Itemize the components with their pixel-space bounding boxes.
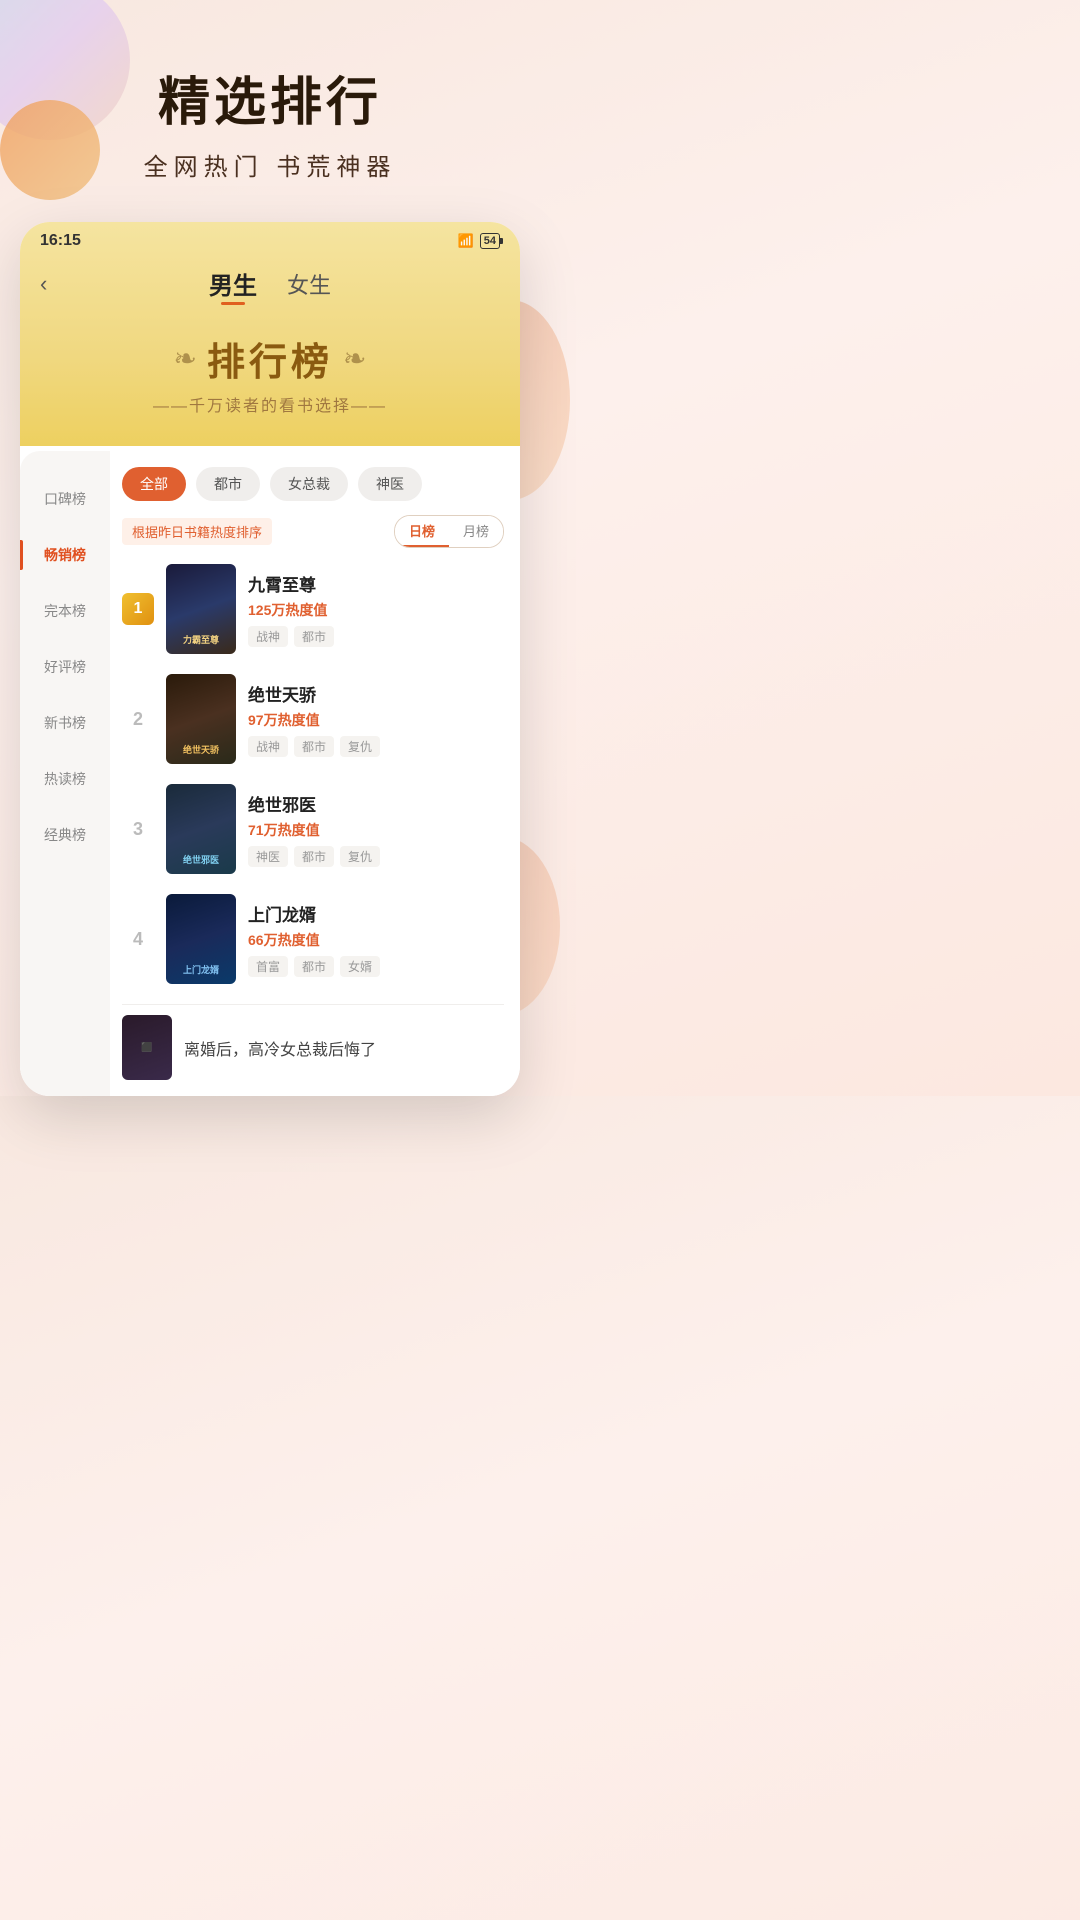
rank-number-4: 4 bbox=[133, 929, 143, 949]
filter-shenyi[interactable]: 神医 bbox=[358, 467, 422, 501]
book-tags-2: 战神 都市 复仇 bbox=[248, 736, 504, 757]
book-name-2: 绝世天骄 bbox=[248, 681, 504, 706]
book-tags-1: 战神 都市 bbox=[248, 626, 504, 647]
back-button[interactable]: ‹ bbox=[40, 271, 47, 297]
book-cover-4 bbox=[166, 894, 236, 984]
book-item-2[interactable]: 2 绝世天骄 97万热度值 战神 都市 复仇 bbox=[122, 674, 504, 764]
book-item-1[interactable]: 1 九霄至尊 125万热度值 战神 都市 bbox=[122, 564, 504, 654]
status-time: 16:15 bbox=[40, 232, 81, 250]
tab-male[interactable]: 男生 bbox=[209, 266, 257, 301]
book-cover-3 bbox=[166, 784, 236, 874]
sort-tabs: 日榜 月榜 bbox=[394, 515, 504, 548]
book-tag-2-1: 都市 bbox=[294, 736, 334, 757]
last-preview[interactable]: ⬛ 离婚后，高冷女总裁后悔了 bbox=[122, 1004, 504, 1080]
book-tag-3-1: 都市 bbox=[294, 846, 334, 867]
status-bar: 16:15 📶 54 bbox=[20, 222, 520, 256]
book-heat-2: 97万热度值 bbox=[248, 710, 504, 730]
book-item-4[interactable]: 4 上门龙婿 66万热度值 首富 都市 女婿 bbox=[122, 894, 504, 984]
last-preview-cover: ⬛ bbox=[122, 1015, 172, 1080]
book-info-2: 绝世天骄 97万热度值 战神 都市 复仇 bbox=[248, 681, 504, 757]
rank-badge-4: 4 bbox=[122, 929, 154, 950]
sort-tab-daily[interactable]: 日榜 bbox=[395, 516, 449, 547]
filter-dushi[interactable]: 都市 bbox=[196, 467, 260, 501]
sidebar-item-dianjingbang[interactable]: 经典榜 bbox=[20, 807, 110, 863]
nav-bar: ‹ 男生 女生 bbox=[20, 256, 520, 311]
book-tag-4-1: 都市 bbox=[294, 956, 334, 977]
status-icons: 📶 54 bbox=[458, 233, 500, 249]
book-info-1: 九霄至尊 125万热度值 战神 都市 bbox=[248, 571, 504, 647]
hero-title: 精选排行 bbox=[40, 60, 500, 135]
book-name-3: 绝世邪医 bbox=[248, 791, 504, 816]
book-name-1: 九霄至尊 bbox=[248, 571, 504, 596]
sidebar-item-changxiaobang[interactable]: 畅销榜 bbox=[20, 527, 110, 583]
battery-icon: 54 bbox=[480, 233, 500, 249]
book-tag-2-2: 复仇 bbox=[340, 736, 380, 757]
sidebar-item-xinshubang[interactable]: 新书榜 bbox=[20, 695, 110, 751]
phone-header: 16:15 📶 54 ‹ 男生 女生 ❧ 排行榜 ❧ ——千万读者的看书选择—— bbox=[20, 222, 520, 446]
sidebar-item-haopingbang[interactable]: 好评榜 bbox=[20, 639, 110, 695]
banner-main: ❧ 排行榜 ❧ bbox=[40, 331, 500, 386]
filter-row: 全部 都市 女总裁 神医 bbox=[122, 467, 504, 501]
book-heat-1: 125万热度值 bbox=[248, 600, 504, 620]
book-heat-4: 66万热度值 bbox=[248, 930, 504, 950]
book-tag-1-1: 都市 bbox=[294, 626, 334, 647]
hero-subtitle: 全网热门 书荒神器 bbox=[40, 147, 500, 182]
book-item-3[interactable]: 3 绝世邪医 71万热度值 神医 都市 复仇 bbox=[122, 784, 504, 874]
filter-nüzongjie[interactable]: 女总裁 bbox=[270, 467, 348, 501]
banner-desc: ——千万读者的看书选择—— bbox=[40, 392, 500, 416]
nav-tabs: 男生 女生 bbox=[209, 266, 331, 301]
rank-number-3: 3 bbox=[133, 819, 143, 839]
book-tag-2-0: 战神 bbox=[248, 736, 288, 757]
book-info-3: 绝世邪医 71万热度值 神医 都市 复仇 bbox=[248, 791, 504, 867]
leaf-left-icon: ❧ bbox=[174, 342, 197, 375]
last-preview-text: 离婚后，高冷女总裁后悔了 bbox=[184, 1036, 504, 1060]
book-cover-1 bbox=[166, 564, 236, 654]
rank-badge-3: 3 bbox=[122, 819, 154, 840]
sort-hint: 根据昨日书籍热度排序 bbox=[122, 518, 272, 545]
rank-number-1: 1 bbox=[122, 593, 154, 625]
wifi-icon: 📶 bbox=[458, 233, 474, 249]
book-info-4: 上门龙婿 66万热度值 首富 都市 女婿 bbox=[248, 901, 504, 977]
sort-tab-monthly[interactable]: 月榜 bbox=[449, 516, 503, 547]
book-tag-3-2: 复仇 bbox=[340, 846, 380, 867]
book-tags-4: 首富 都市 女婿 bbox=[248, 956, 504, 977]
leaf-right-icon: ❧ bbox=[343, 342, 366, 375]
banner-title: 排行榜 bbox=[207, 331, 333, 386]
book-tag-1-0: 战神 bbox=[248, 626, 288, 647]
sidebar-item-reudubang[interactable]: 热读榜 bbox=[20, 751, 110, 807]
main-content: 全部 都市 女总裁 神医 根据昨日书籍热度排序 日榜 月榜 1 bbox=[110, 451, 520, 1096]
sidebar: 口碑榜 畅销榜 完本榜 好评榜 新书榜 热读榜 经典榜 bbox=[20, 451, 110, 1096]
banner: ❧ 排行榜 ❧ ——千万读者的看书选择—— bbox=[20, 311, 520, 426]
book-tag-4-0: 首富 bbox=[248, 956, 288, 977]
tab-female[interactable]: 女生 bbox=[287, 268, 331, 300]
filter-all[interactable]: 全部 bbox=[122, 467, 186, 501]
rank-badge-2: 2 bbox=[122, 709, 154, 730]
phone-mockup: 16:15 📶 54 ‹ 男生 女生 ❧ 排行榜 ❧ ——千万读者的看书选择—— bbox=[20, 222, 520, 1096]
sidebar-item-wanbenbang[interactable]: 完本榜 bbox=[20, 583, 110, 639]
sort-row: 根据昨日书籍热度排序 日榜 月榜 bbox=[122, 515, 504, 548]
rank-badge-1: 1 bbox=[122, 593, 154, 625]
book-tag-4-2: 女婿 bbox=[340, 956, 380, 977]
hero-section: 精选排行 全网热门 书荒神器 bbox=[0, 0, 540, 212]
book-tag-3-0: 神医 bbox=[248, 846, 288, 867]
rank-number-2: 2 bbox=[133, 709, 143, 729]
book-cover-2 bbox=[166, 674, 236, 764]
book-name-4: 上门龙婿 bbox=[248, 901, 504, 926]
book-tags-3: 神医 都市 复仇 bbox=[248, 846, 504, 867]
sidebar-item-koubeibang[interactable]: 口碑榜 bbox=[20, 471, 110, 527]
content-area: 口碑榜 畅销榜 完本榜 好评榜 新书榜 热读榜 经典榜 bbox=[20, 451, 520, 1096]
book-heat-3: 71万热度值 bbox=[248, 820, 504, 840]
